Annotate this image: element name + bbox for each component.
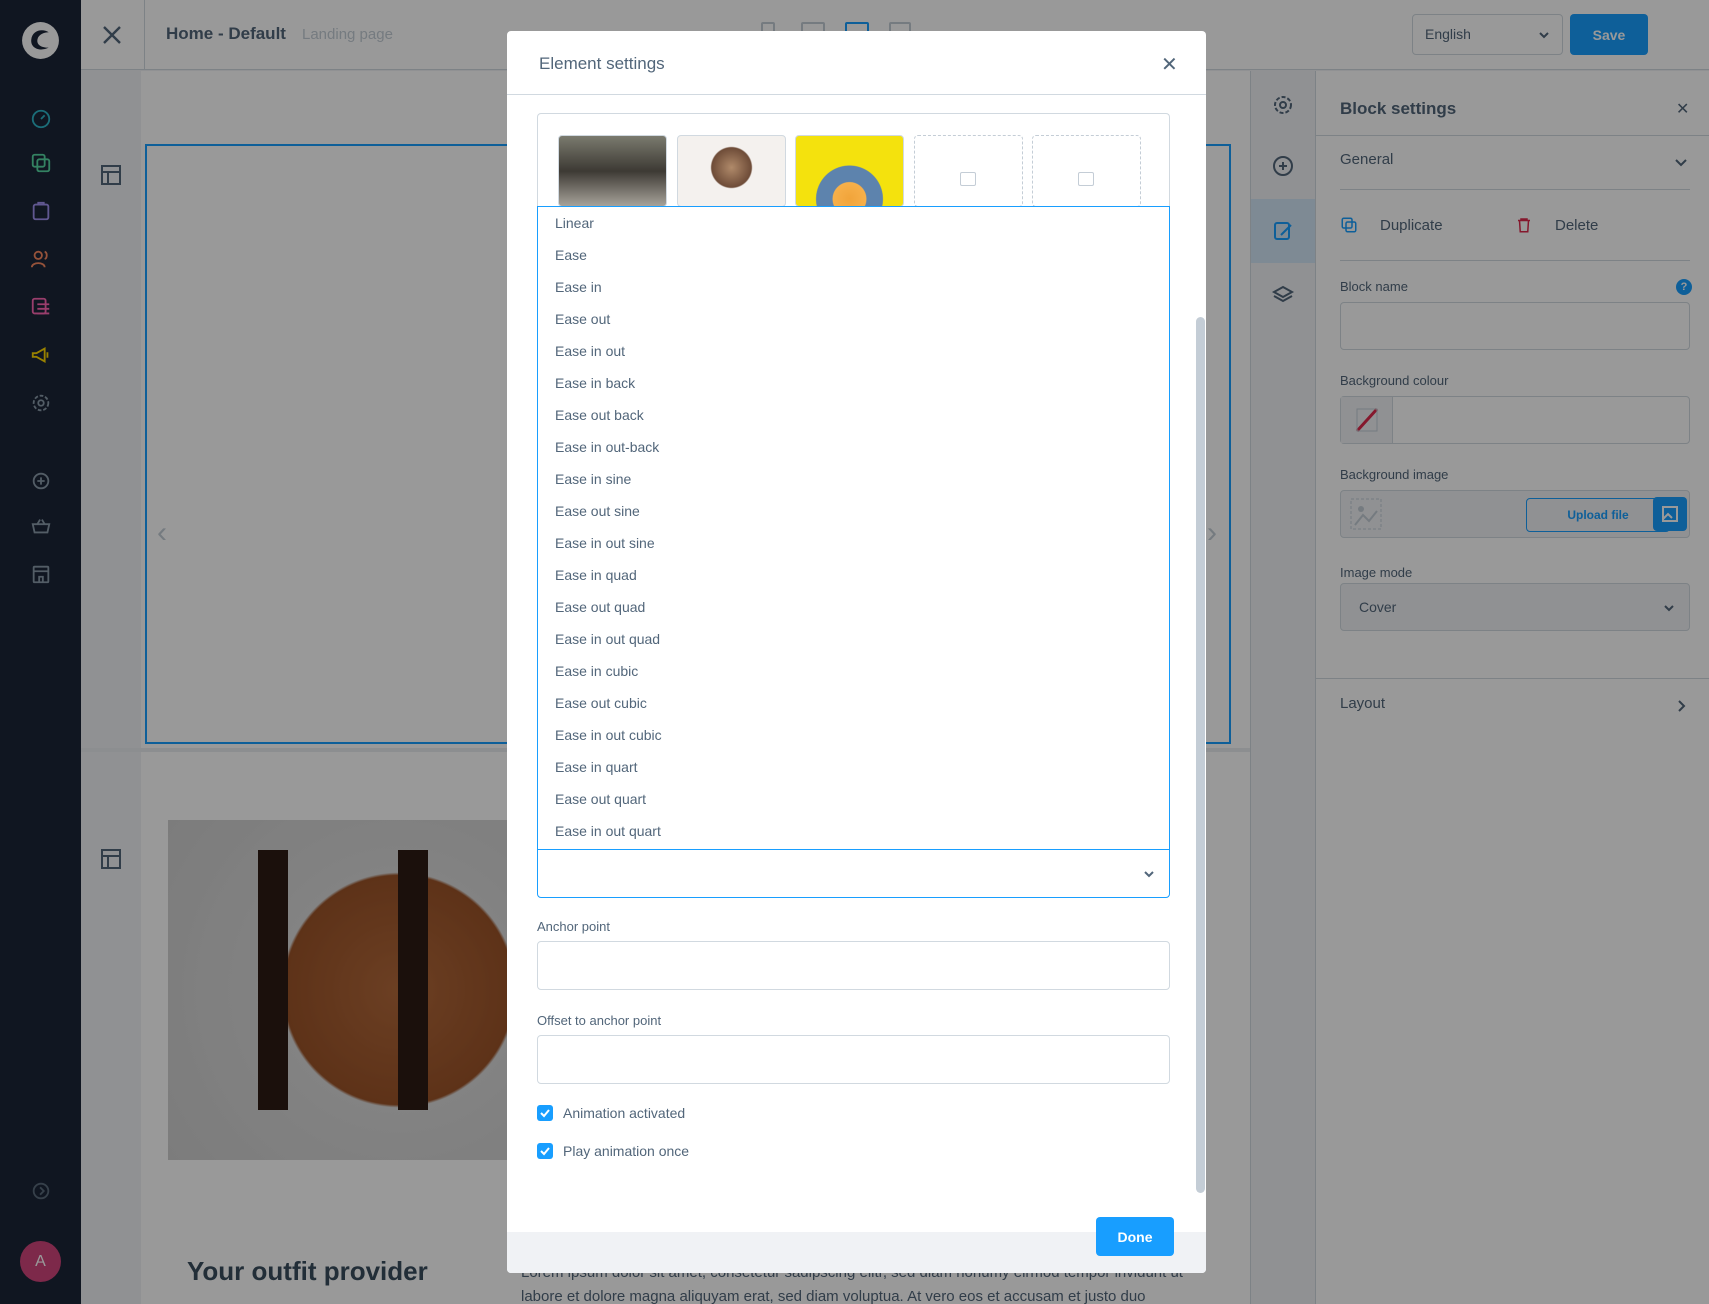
easing-option[interactable]: Ease (538, 239, 1169, 271)
easing-option[interactable]: Ease in quart (538, 751, 1169, 783)
offset-anchor-input[interactable] (537, 1035, 1170, 1084)
easing-option[interactable]: Ease in back (538, 367, 1169, 399)
animation-activated-checkbox[interactable] (537, 1105, 553, 1121)
easing-option[interactable]: Ease in out (538, 335, 1169, 367)
animation-activated-row[interactable]: Animation activated (537, 1105, 685, 1121)
scrollbar-thumb[interactable] (1196, 317, 1205, 1193)
image-placeholder-icon (960, 172, 976, 186)
easing-option[interactable]: Ease out quart (538, 783, 1169, 815)
close-modal-icon[interactable]: ✕ (1161, 52, 1178, 77)
gallery-thumbnail-3[interactable] (795, 135, 904, 207)
easing-option[interactable]: Ease out back (538, 399, 1169, 431)
easing-option[interactable]: Ease in sine (538, 463, 1169, 495)
anchor-point-label: Anchor point (537, 919, 610, 934)
easing-option[interactable]: Ease in out sine (538, 527, 1169, 559)
image-placeholder-icon (1078, 172, 1094, 186)
anchor-point-input[interactable] (537, 941, 1170, 990)
play-once-row[interactable]: Play animation once (537, 1143, 689, 1159)
easing-option[interactable]: Ease out sine (538, 495, 1169, 527)
easing-option[interactable]: Ease in out-back (538, 431, 1169, 463)
checkmark-icon (540, 1147, 550, 1156)
modal-scrollbar[interactable] (1196, 127, 1205, 1193)
easing-option[interactable]: Ease in quad (538, 559, 1169, 591)
offset-anchor-label: Offset to anchor point (537, 1013, 662, 1028)
play-once-label: Play animation once (563, 1143, 690, 1159)
easing-option[interactable]: Ease in out quad (538, 623, 1169, 655)
modal-title: Element settings (539, 54, 665, 73)
play-once-checkbox[interactable] (537, 1143, 553, 1159)
easing-option[interactable]: Ease out quad (538, 591, 1169, 623)
easing-option[interactable]: Ease in out quart (538, 815, 1169, 847)
done-button[interactable]: Done (1096, 1217, 1174, 1256)
easing-option[interactable]: Linear (538, 207, 1169, 239)
chevron-down-icon (1144, 871, 1154, 878)
easing-select[interactable] (537, 849, 1170, 898)
easing-option[interactable]: Ease out cubic (538, 687, 1169, 719)
checkmark-icon (540, 1109, 550, 1118)
gallery-empty-slot-1[interactable] (914, 135, 1023, 207)
element-settings-modal: Element settings ✕ Linear Ease Ease in E… (507, 31, 1206, 1273)
easing-option[interactable]: Ease in (538, 271, 1169, 303)
easing-option[interactable]: Ease in out cubic (538, 719, 1169, 751)
gallery-thumbnail-1[interactable] (558, 135, 667, 207)
animation-activated-label: Animation activated (563, 1105, 686, 1121)
gallery-thumbnail-2[interactable] (677, 135, 786, 207)
easing-option[interactable]: Ease in cubic (538, 655, 1169, 687)
easing-option[interactable]: Ease out (538, 303, 1169, 335)
gallery-empty-slot-2[interactable] (1032, 135, 1141, 207)
easing-dropdown-list: Linear Ease Ease in Ease out Ease in out… (537, 206, 1170, 849)
